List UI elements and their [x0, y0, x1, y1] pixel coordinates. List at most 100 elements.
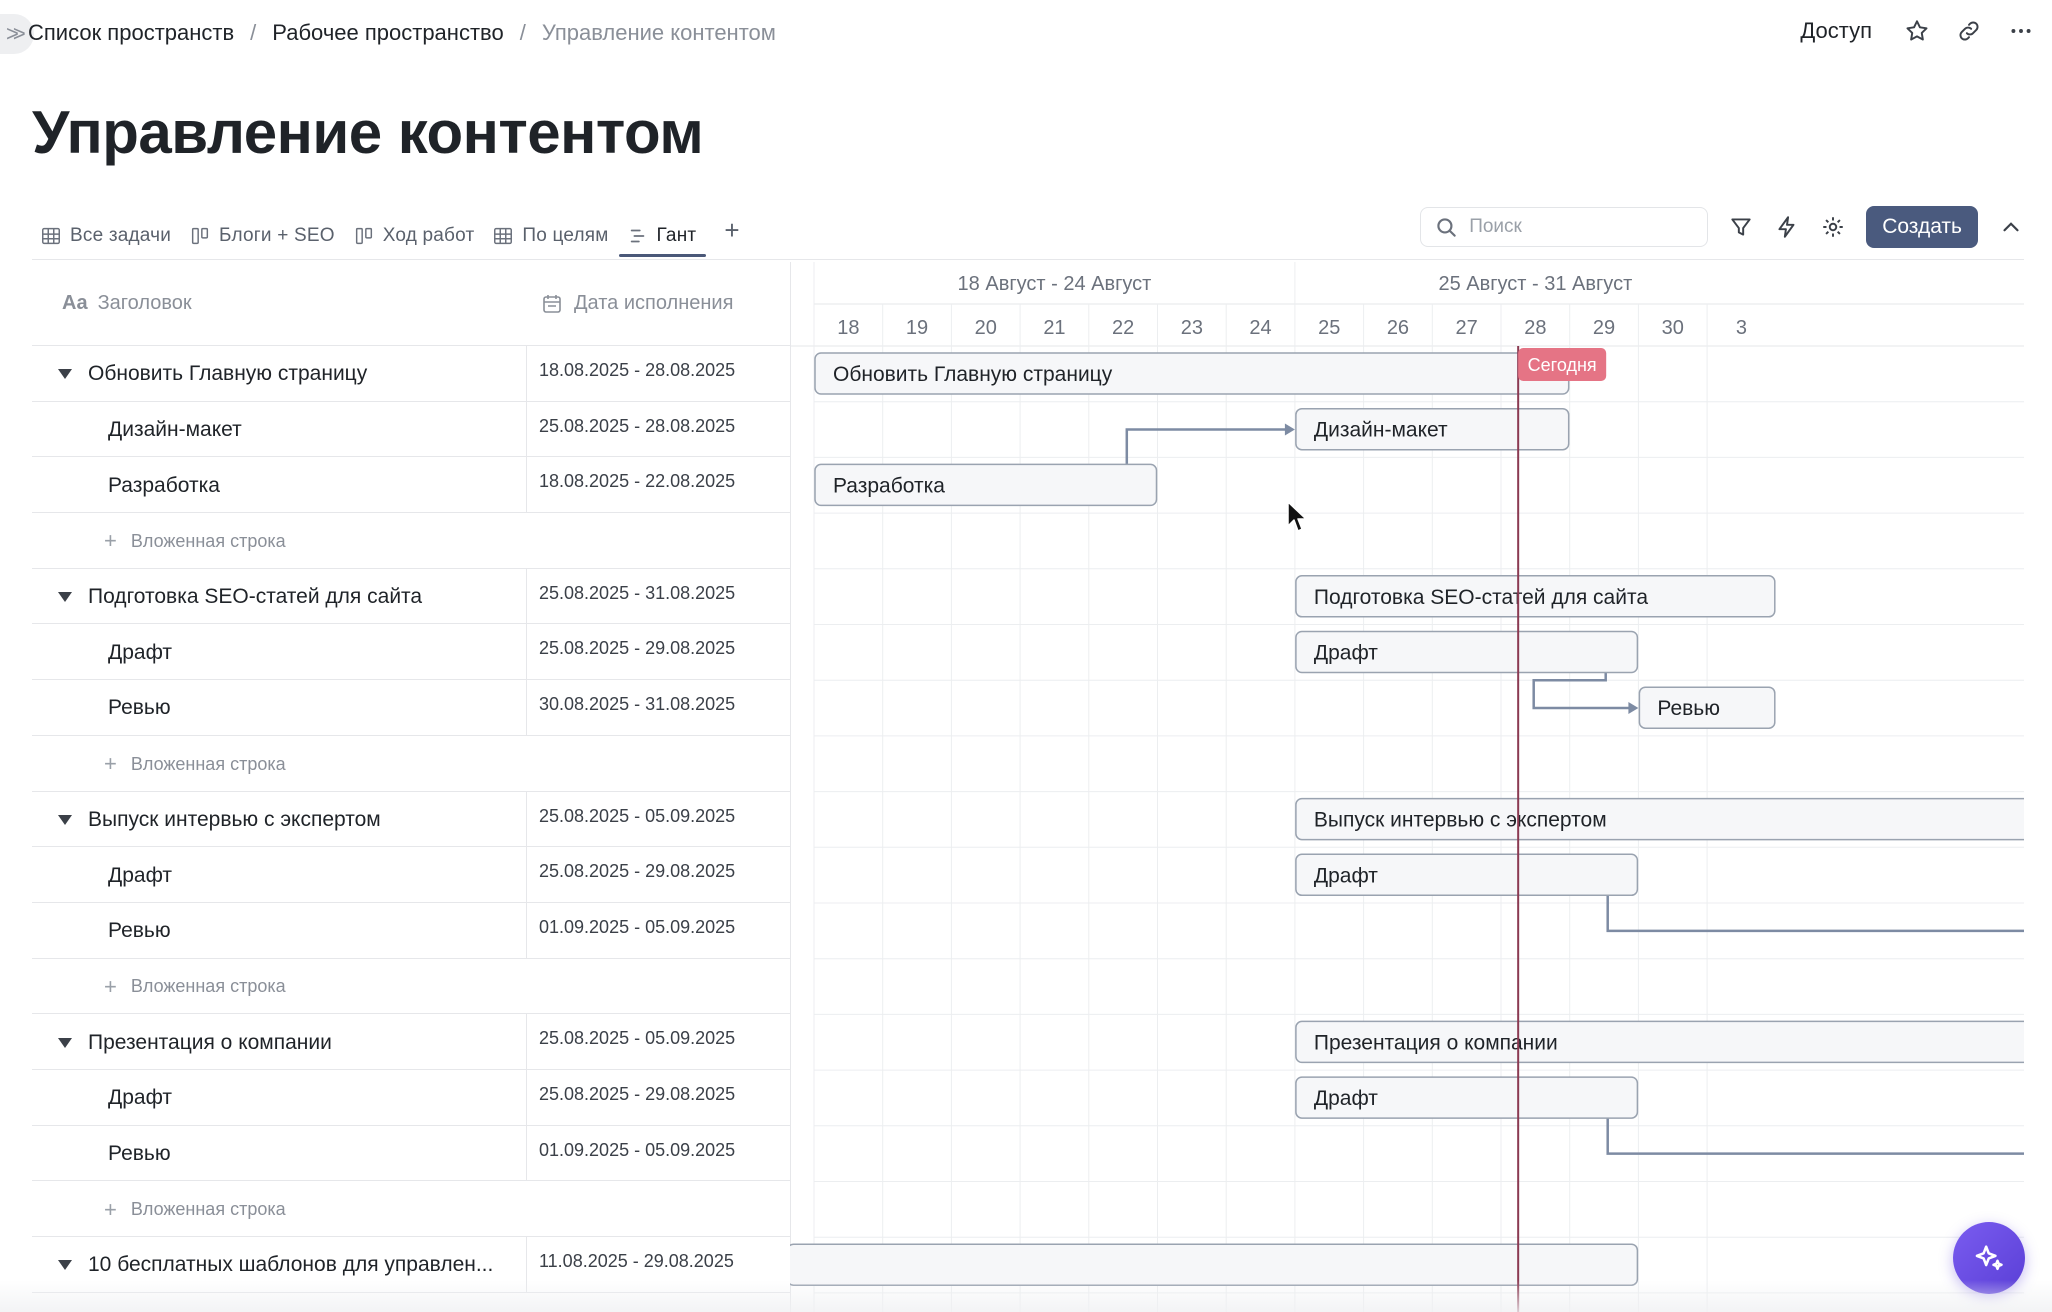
gantt-bar-label: Выпуск интервью с экспертом	[1314, 809, 1607, 832]
subtask-row[interactable]: Драфт 25.08.2025 - 29.08.2025	[32, 624, 790, 681]
filter-icon[interactable]	[1728, 214, 1754, 240]
tab-blogs-seo[interactable]: Блоги + SEO	[181, 205, 345, 257]
access-button[interactable]: Доступ	[1800, 18, 1872, 44]
task-date-cell[interactable]: 25.08.2025 - 29.08.2025	[527, 624, 790, 679]
task-title-cell[interactable]: Ревью	[32, 680, 527, 735]
gantt-bar-label: Драфт	[1314, 1087, 1378, 1110]
task-title-cell[interactable]: Разработка	[32, 457, 527, 513]
task-date-cell[interactable]: 11.08.2025 - 29.08.2025	[527, 1237, 790, 1292]
caret-down-icon[interactable]	[58, 592, 72, 603]
task-row[interactable]: Подготовка SEO-статей для сайта 25.08.202…	[32, 568, 790, 625]
caret-down-icon[interactable]	[58, 1260, 72, 1271]
task-date-cell[interactable]: 25.08.2025 - 31.08.2025	[527, 569, 790, 624]
task-row[interactable]: Обновить Главную страницу 18.08.2025 - 28…	[32, 346, 790, 402]
create-button[interactable]: Создать	[1866, 206, 1978, 248]
caret-down-icon[interactable]	[58, 814, 72, 825]
task-title-cell[interactable]: Ревью	[32, 1125, 527, 1181]
star-icon[interactable]	[1904, 18, 1930, 44]
task-table: Aa Заголовок Дата исполнения Обновить Гл…	[32, 262, 790, 1293]
add-subrow-cell[interactable]: + Вложенная строка	[32, 959, 527, 1014]
task-title-cell[interactable]: Подготовка SEO-статей для сайта	[32, 568, 527, 624]
breadcrumb-separator: /	[519, 20, 526, 45]
gantt-day-label: 20	[975, 317, 997, 339]
link-icon[interactable]	[1956, 18, 1982, 44]
add-view-button[interactable]: +	[706, 205, 749, 246]
task-date-cell[interactable]: 25.08.2025 - 28.08.2025	[527, 402, 790, 457]
task-date-cell[interactable]: 01.09.2025 - 05.09.2025	[527, 903, 790, 958]
task-title-cell[interactable]: Выпуск интервью с экспертом	[32, 791, 527, 847]
task-title-cell[interactable]: Драфт	[32, 624, 527, 680]
caret-down-icon[interactable]	[58, 1037, 72, 1048]
task-title-cell[interactable]: Ревью	[32, 902, 527, 958]
search-input[interactable]	[1469, 216, 1690, 238]
gantt-bar-label: Подготовка SEO-статей для сайта	[1314, 586, 1648, 609]
task-date-cell[interactable]: 25.08.2025 - 29.08.2025	[527, 1070, 790, 1125]
column-header-date[interactable]: Дата исполнения	[528, 292, 790, 316]
gear-icon[interactable]	[1820, 214, 1846, 240]
task-date-cell[interactable]: 18.08.2025 - 28.08.2025	[527, 346, 790, 401]
breadcrumb-separator: /	[250, 20, 257, 45]
task-row[interactable]: 10 бесплатных шаблонов для управлен... 11…	[32, 1237, 790, 1293]
gantt-day-label: 22	[1112, 317, 1134, 339]
plus-icon: +	[104, 528, 117, 554]
subtask-row[interactable]: Дизайн-макет 25.08.2025 - 28.08.2025	[32, 401, 790, 458]
add-subrow-button[interactable]: + Вложенная строка	[32, 736, 790, 792]
breadcrumb-item-spaces[interactable]: Список пространств	[28, 20, 234, 46]
task-row[interactable]: Презентация о компании 25.08.2025 - 05.09…	[32, 1014, 790, 1070]
caret-down-icon[interactable]	[58, 369, 72, 380]
tab-label: Все задачи	[70, 225, 172, 246]
task-title: Ревью	[108, 696, 171, 720]
task-title-cell[interactable]: Презентация о компании	[32, 1014, 527, 1069]
task-date-cell[interactable]: 25.08.2025 - 05.09.2025	[527, 1014, 790, 1069]
gantt-day-label: 30	[1662, 317, 1684, 339]
add-subrow-button[interactable]: + Вложенная строка	[32, 959, 790, 1015]
task-title-cell[interactable]: Обновить Главную страницу	[32, 346, 527, 401]
gantt-day-label: 24	[1249, 317, 1271, 339]
gantt-day-label: 26	[1387, 317, 1409, 339]
task-date-cell[interactable]: 30.08.2025 - 31.08.2025	[527, 680, 790, 735]
view-tabs: Все задачи Блоги + SEO Ход работ По целя…	[32, 205, 750, 257]
task-title: Драфт	[108, 640, 173, 664]
task-date-cell[interactable]: 25.08.2025 - 05.09.2025	[527, 792, 790, 847]
task-date: 25.08.2025 - 05.09.2025	[539, 805, 736, 826]
plus-icon: +	[104, 1196, 117, 1222]
lightning-icon[interactable]	[1774, 214, 1800, 240]
task-date-cell[interactable]: 01.09.2025 - 05.09.2025	[527, 1126, 790, 1181]
add-subrow-button[interactable]: + Вложенная строка	[32, 513, 790, 569]
task-title-cell[interactable]: 10 бесплатных шаблонов для управлен...	[32, 1237, 527, 1292]
task-date: 25.08.2025 - 29.08.2025	[539, 1083, 736, 1104]
subtask-row[interactable]: Драфт 25.08.2025 - 29.08.2025	[32, 847, 790, 903]
tab-gantt[interactable]: Гант	[618, 205, 707, 257]
subtask-row[interactable]: Ревью 01.09.2025 - 05.09.2025	[32, 1125, 790, 1182]
chevron-up-icon[interactable]	[1998, 214, 2024, 240]
dependency-arrow-icon	[1284, 423, 1295, 436]
task-title-cell[interactable]: Драфт	[32, 1069, 527, 1125]
page-title: Управление контентом	[32, 99, 704, 166]
grid-icon	[492, 225, 514, 247]
add-subrow-button[interactable]: + Вложенная строка	[32, 1181, 790, 1237]
gantt-bar	[790, 1243, 1639, 1286]
tab-progress[interactable]: Ход работ	[345, 205, 485, 257]
breadcrumb-item-workspace[interactable]: Рабочее пространство	[272, 20, 503, 46]
subtask-row[interactable]: Драфт 25.08.2025 - 29.08.2025	[32, 1069, 790, 1126]
add-subrow-cell[interactable]: + Вложенная строка	[32, 513, 527, 568]
task-date: 25.08.2025 - 05.09.2025	[539, 1028, 736, 1049]
column-header-title[interactable]: Aa Заголовок	[32, 292, 528, 315]
task-date-cell[interactable]: 25.08.2025 - 29.08.2025	[527, 847, 790, 902]
subtask-row[interactable]: Ревью 30.08.2025 - 31.08.2025	[32, 680, 790, 736]
task-title-cell[interactable]: Дизайн-макет	[32, 401, 527, 457]
tab-all-tasks[interactable]: Все задачи	[32, 205, 181, 257]
task-title-cell[interactable]: Драфт	[32, 847, 527, 902]
subtask-row[interactable]: Ревью 01.09.2025 - 05.09.2025	[32, 902, 790, 959]
add-subrow-cell[interactable]: + Вложенная строка	[32, 1181, 527, 1236]
add-subrow-cell[interactable]: + Вложенная строка	[32, 736, 527, 791]
task-date-cell[interactable]: 18.08.2025 - 22.08.2025	[527, 457, 790, 512]
subtask-row[interactable]: Разработка 18.08.2025 - 22.08.2025	[32, 457, 790, 514]
tab-by-goals[interactable]: По целям	[484, 205, 618, 257]
task-row[interactable]: Выпуск интервью с экспертом 25.08.2025 - …	[32, 791, 790, 848]
table-header: Aa Заголовок Дата исполнения	[32, 262, 790, 346]
more-icon[interactable]	[2008, 18, 2034, 44]
column-header-label: Дата исполнения	[574, 292, 734, 314]
ai-assistant-button[interactable]	[1953, 1222, 2025, 1294]
gantt-day-label: 29	[1593, 317, 1615, 339]
